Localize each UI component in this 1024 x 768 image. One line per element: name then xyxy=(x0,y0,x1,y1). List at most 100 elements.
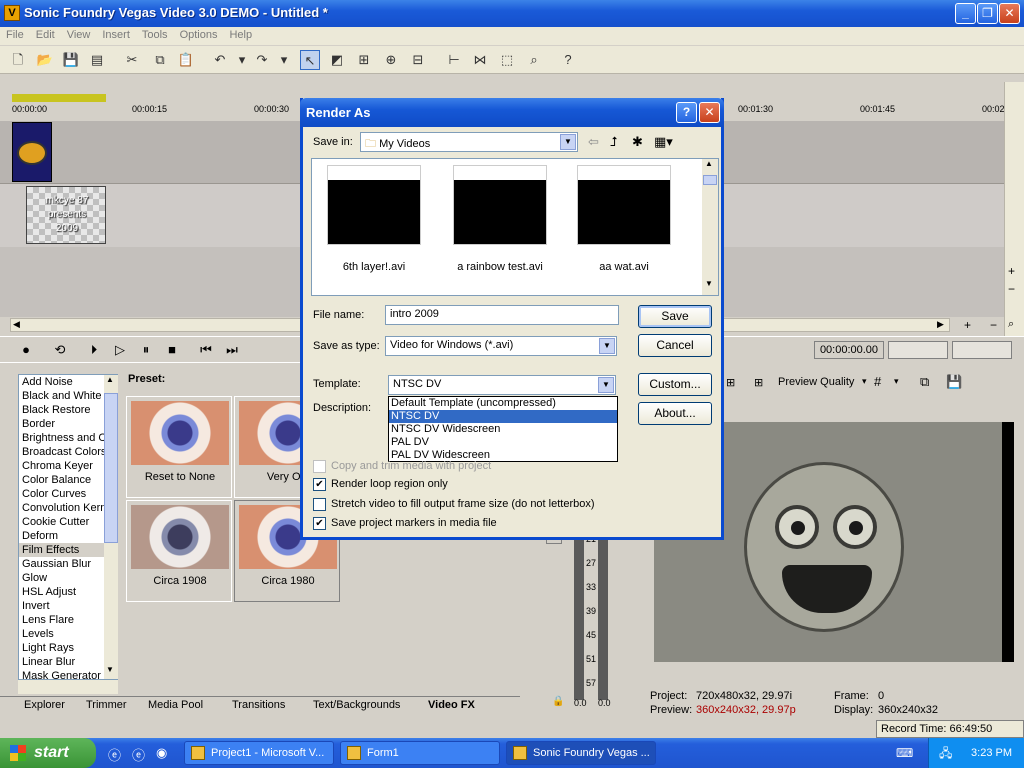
fx-list-item[interactable]: HSL Adjust xyxy=(19,585,117,599)
h-zoom-out-icon[interactable]: − xyxy=(990,318,997,332)
chevron-down-icon[interactable]: ▼ xyxy=(599,338,615,354)
lock-envelopes-icon[interactable]: ⌕ xyxy=(524,50,544,70)
task-vegas[interactable]: Sonic Foundry Vegas ... xyxy=(506,741,656,765)
scroll-thumb[interactable] xyxy=(703,175,717,185)
properties-icon[interactable]: ▤ xyxy=(87,50,107,70)
fx-list-item[interactable]: Color Curves xyxy=(19,487,117,501)
dialog-close-button[interactable]: ✕ xyxy=(699,102,720,123)
fx-list-scrollbar[interactable]: ▲ ▼ xyxy=(104,375,118,679)
scroll-left-icon[interactable]: ◀ xyxy=(13,319,20,330)
lock-icon[interactable]: 🔒 xyxy=(552,696,564,707)
fx-list-item[interactable]: Chroma Keyer xyxy=(19,459,117,473)
go-to-start-icon[interactable]: ⏮ xyxy=(196,341,216,359)
scroll-down-icon[interactable]: ▼ xyxy=(705,279,713,288)
fx-list-item[interactable]: Linear Blur xyxy=(19,655,117,669)
template-combo[interactable]: NTSC DV ▼ xyxy=(388,375,616,395)
open-icon[interactable]: 📂 xyxy=(35,50,55,70)
app-icon[interactable]: V xyxy=(4,5,20,21)
zoom-tool-small-icon[interactable]: ⌕ xyxy=(1008,318,1014,331)
preset-reset-to-none[interactable]: Reset to None xyxy=(126,396,232,498)
preset-circa-1908[interactable]: Circa 1908 xyxy=(126,500,232,602)
play-icon[interactable]: ▷ xyxy=(110,341,130,359)
loop-playback-icon[interactable]: ⟲ xyxy=(50,341,70,359)
scroll-up-icon[interactable]: ▲ xyxy=(106,375,114,384)
save-as-type-combo[interactable]: Video for Windows (*.avi) ▼ xyxy=(385,336,617,356)
tab-trimmer[interactable]: Trimmer xyxy=(86,699,127,711)
maximize-button[interactable]: ❐ xyxy=(977,3,998,24)
preview-quality-label[interactable]: Preview Quality xyxy=(778,376,854,388)
fx-list-item[interactable]: Black Restore xyxy=(19,403,117,417)
copy-snapshot-icon[interactable]: ⧉ xyxy=(920,374,929,390)
minimize-button[interactable]: _ xyxy=(955,3,976,24)
fx-list-item[interactable]: Lens Flare xyxy=(19,613,117,627)
menu-help[interactable]: Help xyxy=(223,27,258,43)
scroll-down-icon[interactable]: ▼ xyxy=(106,665,114,674)
play-from-start-icon[interactable]: ⏵ xyxy=(84,341,104,359)
ripple-edit-icon[interactable]: ⬚ xyxy=(497,50,517,70)
new-folder-icon[interactable]: ✱ xyxy=(632,134,643,150)
custom-button[interactable]: Custom... xyxy=(638,373,712,396)
menu-options[interactable]: Options xyxy=(174,27,224,43)
new-icon[interactable]: 🗋 xyxy=(8,50,28,70)
fx-list-item[interactable]: Gaussian Blur xyxy=(19,557,117,571)
pause-icon[interactable]: ⏸ xyxy=(136,341,156,359)
render-loop-checkbox[interactable]: ✔ xyxy=(313,478,326,491)
fx-list-item[interactable]: Film Effects xyxy=(19,543,117,557)
scroll-up-icon[interactable]: ▲ xyxy=(705,159,713,168)
timeline-vertical-scrollbar[interactable]: + − xyxy=(1004,82,1024,336)
file-browser-scrollbar[interactable]: ▲ ▼ xyxy=(702,159,718,295)
template-option[interactable]: PAL DV xyxy=(389,436,617,449)
go-to-end-icon[interactable]: ⏭ xyxy=(222,341,242,359)
menu-tools[interactable]: Tools xyxy=(136,27,174,43)
stretch-video-checkbox[interactable] xyxy=(313,498,326,511)
quicklaunch-browser-icon[interactable]: ⓔ xyxy=(132,745,145,764)
fx-list-item[interactable]: Add Noise xyxy=(19,375,117,389)
file-item[interactable]: aa wat.avi xyxy=(574,163,674,283)
template-option[interactable]: Default Template (uncompressed) xyxy=(389,397,617,410)
view-menu-icon[interactable]: ▦▾ xyxy=(654,134,673,150)
copy-trim-checkbox[interactable] xyxy=(313,460,326,473)
paste-icon[interactable]: 📋 xyxy=(176,50,196,70)
video-clip-1[interactable] xyxy=(12,122,52,182)
dialog-help-button[interactable]: ? xyxy=(676,102,697,123)
snapping-icon[interactable]: ⊢ xyxy=(444,50,464,70)
template-option[interactable]: NTSC DV xyxy=(389,410,617,423)
overlays-dropdown-icon[interactable]: ▾ xyxy=(894,376,899,387)
tab-transitions[interactable]: Transitions xyxy=(232,699,285,711)
zoom-out-icon[interactable]: − xyxy=(1008,282,1015,296)
fx-list-item[interactable]: Border xyxy=(19,417,117,431)
save-markers-checkbox[interactable]: ✔ xyxy=(313,517,326,530)
tab-video-fx[interactable]: Video FX xyxy=(428,699,475,711)
quality-dropdown-icon[interactable]: ▾ xyxy=(862,376,867,387)
tab-explorer[interactable]: Explorer xyxy=(24,699,65,711)
file-item[interactable]: 6th layer!.avi xyxy=(324,163,424,283)
stop-icon[interactable]: ■ xyxy=(162,341,182,359)
start-button[interactable]: start xyxy=(0,738,96,768)
preview-quality-icon[interactable]: ⊞ xyxy=(754,376,763,389)
fx-list-item[interactable]: Brightness and C xyxy=(19,431,117,445)
redo-icon[interactable]: ↷ xyxy=(252,50,272,70)
about-button[interactable]: About... xyxy=(638,402,712,425)
task-form1[interactable]: Form1 xyxy=(340,741,500,765)
video-clip-2[interactable]: mkcye 87 presents 2009 xyxy=(26,186,106,244)
save-in-combo[interactable]: 🗀 My Videos ▼ xyxy=(360,132,578,152)
menu-insert[interactable]: Insert xyxy=(96,27,136,43)
envelope-tool-icon[interactable]: ◩ xyxy=(327,50,347,70)
undo-dropdown-icon[interactable]: ▾ xyxy=(232,50,252,70)
fx-list-item[interactable]: Invert xyxy=(19,599,117,613)
template-dropdown-list[interactable]: Default Template (uncompressed) NTSC DV NT… xyxy=(388,396,618,462)
tab-text-backgrounds[interactable]: Text/Backgrounds xyxy=(313,699,400,711)
auto-crossfade-icon[interactable]: ⋈ xyxy=(470,50,490,70)
h-zoom-in-icon[interactable]: + xyxy=(964,318,971,332)
loop-region-bar[interactable] xyxy=(12,94,106,102)
fx-list-item[interactable]: Deform xyxy=(19,529,117,543)
quicklaunch-ie-icon[interactable]: ⓔ xyxy=(108,745,121,764)
close-button[interactable]: ✕ xyxy=(999,3,1020,24)
zoom-in-icon[interactable]: + xyxy=(1008,264,1015,278)
fx-list-item[interactable]: Color Balance xyxy=(19,473,117,487)
split-screen-icon[interactable]: ⊞ xyxy=(726,376,735,389)
cut-icon[interactable]: ✂ xyxy=(122,50,142,70)
fx-list-item[interactable]: Broadcast Colors xyxy=(19,445,117,459)
overlays-icon[interactable]: # xyxy=(874,374,881,389)
fx-list-item[interactable]: Glow xyxy=(19,571,117,585)
